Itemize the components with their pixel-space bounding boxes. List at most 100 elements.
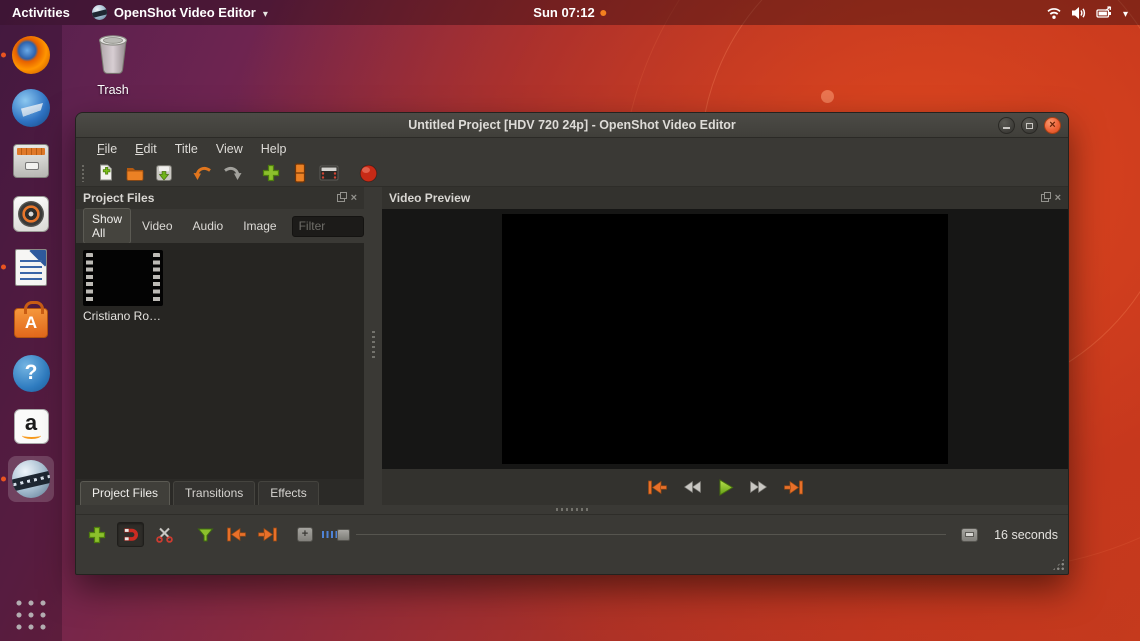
window-titlebar[interactable]: Untitled Project [HDV 720 24p] - OpenSho… (76, 113, 1068, 138)
resize-grip[interactable] (1052, 558, 1065, 571)
openshot-icon (92, 5, 107, 20)
menu-edit[interactable]: Edit (126, 140, 166, 158)
project-files-list[interactable]: Cristiano Ro… (76, 243, 364, 479)
plus-icon (262, 164, 280, 182)
play-icon (717, 479, 734, 496)
scissors-icon (156, 526, 173, 543)
zoom-scale-icon[interactable] (961, 528, 978, 542)
jump-to-start-button[interactable] (647, 480, 668, 495)
save-icon (155, 164, 173, 182)
snapping-toggle-button[interactable] (117, 522, 144, 547)
filter-audio-button[interactable]: Audio (184, 215, 233, 237)
libreoffice-writer-icon (15, 249, 47, 286)
tab-project-files[interactable]: Project Files (80, 481, 170, 505)
ubuntu-software-icon: A (14, 308, 48, 338)
tab-effects[interactable]: Effects (258, 481, 318, 505)
amazon-letter: a (25, 414, 37, 432)
notification-dot-icon (601, 10, 607, 16)
video-preview-panel: Video Preview (382, 187, 1068, 505)
dock-item-amazon[interactable]: a (8, 403, 54, 449)
add-marker-button[interactable] (194, 524, 216, 546)
running-indicator-dot (1, 477, 6, 482)
tab-transitions[interactable]: Transitions (173, 481, 255, 505)
open-project-button[interactable] (124, 162, 146, 184)
left-panel-tabs: Project Files Transitions Effects (76, 479, 364, 505)
timeline-zoom-slider[interactable] (322, 525, 952, 545)
close-button[interactable] (1044, 117, 1061, 134)
fast-forward-icon (749, 480, 768, 494)
new-project-button[interactable] (95, 162, 117, 184)
window-title: Untitled Project [HDV 720 24p] - OpenSho… (408, 118, 736, 132)
maximize-button[interactable] (1021, 117, 1038, 134)
razor-button[interactable] (153, 524, 175, 546)
menu-bar: File Edit Title View Help (76, 138, 1068, 160)
undock-panel-icon[interactable] (1041, 194, 1049, 202)
project-files-panel: Project Files Show All Video Audio Image (76, 187, 364, 505)
clock-button[interactable]: Sun 07:12 (533, 5, 606, 20)
fast-forward-button[interactable] (749, 480, 768, 494)
system-status-area[interactable] (1046, 5, 1140, 20)
dock-item-openshot[interactable] (8, 456, 54, 502)
video-canvas[interactable] (502, 214, 948, 464)
close-panel-icon[interactable] (1055, 193, 1061, 204)
dock-item-libreoffice-writer[interactable] (8, 244, 54, 290)
file-name-label: Cristiano Ro… (83, 309, 165, 323)
zoom-scale-label: 16 seconds (994, 528, 1058, 542)
horizontal-splitter[interactable] (76, 505, 1068, 514)
main-toolbar (76, 160, 1068, 187)
running-indicator-dot (1, 265, 6, 270)
jump-to-end-button[interactable] (783, 480, 804, 495)
close-panel-icon[interactable] (351, 193, 357, 204)
file-item[interactable]: Cristiano Ro… (83, 250, 165, 323)
export-video-button[interactable] (357, 162, 379, 184)
import-files-button[interactable] (260, 162, 282, 184)
menu-file[interactable]: File (88, 140, 126, 158)
fullscreen-button[interactable] (318, 162, 340, 184)
volume-icon (1071, 6, 1087, 20)
zoom-in-icon[interactable]: + (297, 527, 313, 542)
menu-view[interactable]: View (207, 140, 252, 158)
add-track-button[interactable] (86, 524, 108, 546)
dock-item-help[interactable]: ? (8, 350, 54, 396)
filter-input[interactable] (292, 216, 364, 237)
activities-button[interactable]: Activities (0, 5, 84, 20)
play-button[interactable] (717, 479, 734, 496)
save-project-button[interactable] (153, 162, 175, 184)
dock-item-files[interactable] (8, 138, 54, 184)
top-bar: Activities OpenShot Video Editor Sun 07:… (0, 0, 1140, 25)
trash-desktop-icon[interactable]: Trash (84, 32, 142, 97)
openshot-window: Untitled Project [HDV 720 24p] - OpenSho… (75, 112, 1069, 575)
redo-button[interactable] (221, 162, 243, 184)
menu-help[interactable]: Help (252, 140, 296, 158)
profile-film-icon (291, 163, 309, 183)
desktop: Activities OpenShot Video Editor Sun 07:… (0, 0, 1140, 641)
project-files-title: Project Files (83, 191, 154, 205)
help-icon: ? (13, 355, 50, 392)
filter-show-all-button[interactable]: Show All (83, 208, 131, 244)
rewind-button[interactable] (683, 480, 702, 494)
previous-marker-button[interactable] (225, 524, 247, 546)
next-marker-button[interactable] (256, 524, 278, 546)
redo-icon (222, 165, 242, 181)
toolbar-grip-handle[interactable] (81, 164, 86, 182)
dock-item-thunderbird[interactable] (8, 85, 54, 131)
minimize-button[interactable] (998, 117, 1015, 134)
vertical-splitter[interactable] (364, 187, 382, 505)
slider-handle[interactable] (337, 529, 350, 541)
undock-panel-icon[interactable] (337, 194, 345, 202)
app-menu-label: OpenShot Video Editor (114, 5, 256, 20)
choose-profile-button[interactable] (289, 162, 311, 184)
undo-button[interactable] (192, 162, 214, 184)
window-controls (998, 117, 1061, 134)
clock-label: Sun 07:12 (533, 5, 594, 20)
filter-video-button[interactable]: Video (133, 215, 181, 237)
openshot-icon (12, 460, 50, 498)
menu-title[interactable]: Title (166, 140, 207, 158)
dock-item-rhythmbox[interactable] (8, 191, 54, 237)
dock-item-firefox[interactable] (8, 32, 54, 78)
filter-image-button[interactable]: Image (234, 215, 285, 237)
dock-item-ubuntu-software[interactable]: A (8, 297, 54, 343)
file-manager-icon (13, 144, 49, 178)
dock: A ? a (0, 25, 62, 641)
app-menu-button[interactable]: OpenShot Video Editor (84, 5, 276, 20)
